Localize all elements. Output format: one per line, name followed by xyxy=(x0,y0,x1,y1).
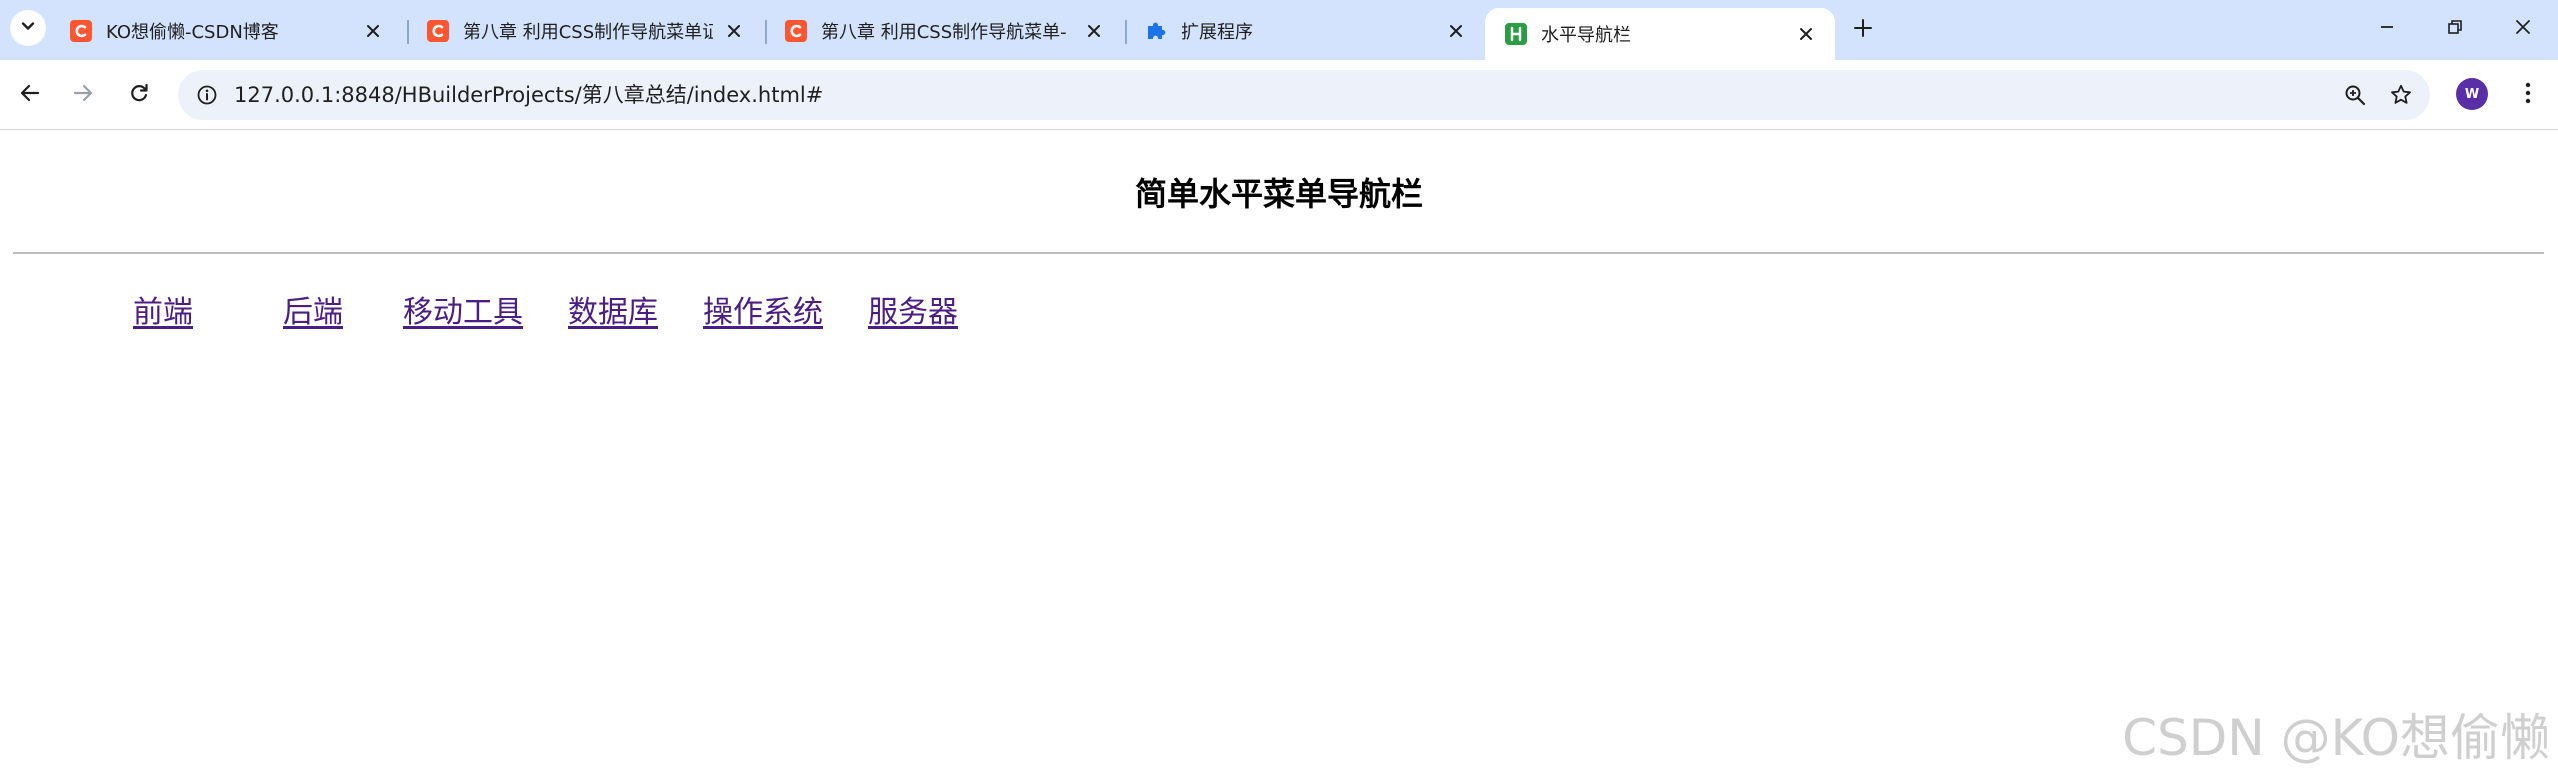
profile-initial: W xyxy=(2464,86,2480,102)
reload-button[interactable] xyxy=(118,74,160,116)
url-text[interactable]: 127.0.0.1:8848/HBuilderProjects/第八章总结/in… xyxy=(234,70,823,120)
tab-chapter8-a[interactable]: 第八章 利用CSS制作导航菜单证 xyxy=(407,8,763,54)
nav-link-mobile-tools[interactable]: 移动工具 xyxy=(403,295,523,330)
chevron-down-icon xyxy=(19,17,37,39)
restore-icon xyxy=(2446,18,2464,40)
nav-item-server: 服务器 xyxy=(868,287,958,331)
minimize-icon xyxy=(2378,18,2396,40)
close-icon[interactable] xyxy=(1443,18,1469,44)
arrow-left-icon xyxy=(19,82,41,108)
csdn-watermark: CSDN @KO想偷懒 xyxy=(2122,709,2550,767)
zoom-icon[interactable] xyxy=(2338,78,2372,112)
puzzle-icon xyxy=(1145,20,1167,42)
tab-title: 第八章 利用CSS制作导航菜单证 xyxy=(463,22,713,43)
new-tab-button[interactable] xyxy=(1846,13,1880,47)
info-icon[interactable] xyxy=(190,78,224,112)
hbuilder-icon xyxy=(1505,23,1527,45)
close-icon[interactable] xyxy=(721,18,747,44)
tab-csdn-blog[interactable]: KO想偷懒-CSDN博客 xyxy=(50,8,402,54)
profile-avatar[interactable]: W xyxy=(2456,78,2488,110)
close-icon[interactable] xyxy=(1081,18,1107,44)
divider xyxy=(13,252,2544,254)
nav-item-database: 数据库 xyxy=(568,287,658,331)
close-icon xyxy=(2514,18,2532,40)
nav-link-frontend[interactable]: 前端 xyxy=(133,295,193,330)
minimize-button[interactable] xyxy=(2352,0,2422,58)
close-icon[interactable] xyxy=(360,18,386,44)
close-icon[interactable] xyxy=(1793,21,1819,47)
tab-horizontal-nav[interactable]: 水平导航栏 xyxy=(1485,8,1835,60)
more-vertical-icon xyxy=(2524,81,2532,109)
tab-search-button[interactable] xyxy=(10,10,46,46)
browser-menu-button[interactable] xyxy=(2508,74,2548,116)
reload-icon xyxy=(128,82,150,108)
nav-link-server[interactable]: 服务器 xyxy=(868,295,958,330)
tab-chapter8-b[interactable]: 第八章 利用CSS制作导航菜单- xyxy=(765,8,1123,54)
plus-icon xyxy=(1853,18,1873,42)
address-bar[interactable]: 127.0.0.1:8848/HBuilderProjects/第八章总结/in… xyxy=(178,70,2430,120)
nav-link-os[interactable]: 操作系统 xyxy=(703,295,823,330)
forward-button[interactable] xyxy=(62,74,104,116)
nav-item-mobile-tools: 移动工具 xyxy=(403,287,523,331)
tab-title: 扩展程序 xyxy=(1181,22,1253,43)
nav-link-backend[interactable]: 后端 xyxy=(283,295,343,330)
tab-strip: KO想偷懒-CSDN博客 第八章 利用CSS制作导航菜单证 第八章 利用CSS制… xyxy=(0,0,2558,60)
nav-link-database[interactable]: 数据库 xyxy=(568,295,658,330)
csdn-icon xyxy=(427,20,449,42)
csdn-icon xyxy=(70,20,92,42)
nav-item-backend: 后端 xyxy=(283,287,343,331)
page-title: 简单水平菜单导航栏 xyxy=(1134,175,1423,213)
page-viewport: 简单水平菜单导航栏 前端 后端 移动工具 数据库 操作系统 服务器 CSDN @… xyxy=(0,131,2558,767)
browser-toolbar: 127.0.0.1:8848/HBuilderProjects/第八章总结/in… xyxy=(0,60,2558,130)
star-icon[interactable] xyxy=(2384,78,2418,112)
nav-item-frontend: 前端 xyxy=(133,287,193,331)
tab-extensions[interactable]: 扩展程序 xyxy=(1125,8,1485,54)
tab-title: 水平导航栏 xyxy=(1541,25,1631,46)
back-button[interactable] xyxy=(9,74,51,116)
tab-title: 第八章 利用CSS制作导航菜单- xyxy=(821,22,1067,43)
close-window-button[interactable] xyxy=(2488,0,2558,58)
restore-button[interactable] xyxy=(2420,0,2490,58)
arrow-right-icon xyxy=(72,82,94,108)
tab-title: KO想偷懒-CSDN博客 xyxy=(106,22,279,43)
csdn-icon xyxy=(785,20,807,42)
nav-item-os: 操作系统 xyxy=(703,287,823,331)
